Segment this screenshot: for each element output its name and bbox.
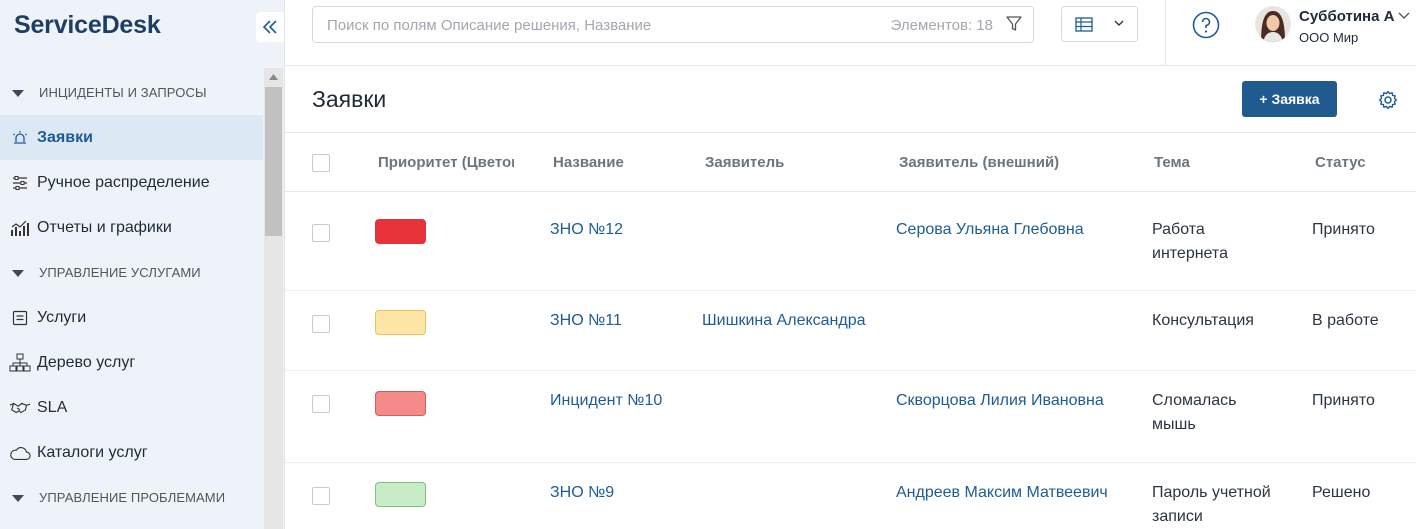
scroll-up-arrow-icon[interactable] — [264, 68, 283, 86]
table-row[interactable]: ЗНО №9 Андреев Максим Матвеевич Пароль у… — [285, 463, 1416, 529]
sidebar-item-catalogs[interactable]: Каталоги услуг — [0, 430, 263, 475]
sidebar-item-manual-distribution[interactable]: Ручное распределение — [0, 160, 263, 205]
sidebar-item-service-tree[interactable]: Дерево услуг — [0, 340, 263, 385]
row-checkbox[interactable] — [312, 487, 330, 505]
status-cell: Принято — [1312, 221, 1375, 238]
handshake-icon — [9, 397, 31, 419]
nav-section-incidents[interactable]: ИНЦИДЕНТЫ И ЗАПРОСЫ — [0, 70, 263, 115]
row-checkbox[interactable] — [312, 224, 330, 242]
topbar: Поиск по полям Описание решения, Названи… — [285, 0, 1416, 66]
external-applicant-link[interactable]: Скворцова Лилия Ивановна — [896, 389, 1104, 413]
sidebar-item-requests[interactable]: Заявки — [0, 115, 263, 160]
search-input[interactable]: Поиск по полям Описание решения, Названи… — [312, 6, 1034, 43]
nav-section-label: ИНЦИДЕНТЫ И ЗАПРОСЫ — [39, 85, 207, 100]
alarm-icon — [9, 127, 31, 149]
table-row[interactable]: ЗНО №11 Шишкина Александра Консультация … — [285, 291, 1416, 371]
status-cell: Принято — [1312, 392, 1375, 409]
gear-icon[interactable] — [1378, 90, 1398, 110]
sidebar-item-services[interactable]: Услуги — [0, 295, 263, 340]
nav-section-label: УПРАВЛЕНИЕ УСЛУГАМИ — [39, 265, 201, 280]
chart-icon — [9, 217, 31, 239]
sidebar-item-label: Заявки — [37, 128, 93, 146]
status-cell: В работе — [1312, 312, 1379, 329]
filter-icon[interactable] — [1005, 15, 1023, 33]
priority-indicator — [375, 482, 426, 507]
column-header-status[interactable]: Статус — [1315, 154, 1366, 171]
external-applicant-link[interactable]: Серова Ульяна Глебовна — [896, 218, 1084, 242]
priority-indicator — [375, 219, 426, 244]
priority-indicator — [375, 310, 426, 335]
service-icon — [9, 307, 31, 329]
external-applicant-link[interactable]: Андреев Максим Матвеевич — [896, 481, 1108, 505]
cloud-icon — [9, 442, 31, 464]
search-placeholder: Поиск по полям Описание решения, Названи… — [327, 17, 652, 34]
sidebar-item-label: Дерево услуг — [37, 353, 136, 371]
sidebar-nav: ИНЦИДЕНТЫ И ЗАПРОСЫ Заявки Ручное распре… — [0, 70, 263, 520]
logo-row: ServiceDesk — [0, 0, 285, 52]
table-row[interactable]: ЗНО №12 Серова Ульяна Глебовна Работа ин… — [285, 200, 1416, 291]
add-request-button[interactable]: + Заявка — [1242, 81, 1337, 117]
sidebar-item-label: Отчеты и графики — [37, 218, 172, 236]
caret-down-icon — [12, 89, 24, 97]
applicant-link[interactable]: Шишкина Александра — [702, 309, 866, 333]
collapse-sidebar-button[interactable] — [256, 12, 284, 42]
topic-cell: Консультация — [1152, 312, 1254, 329]
column-header-topic[interactable]: Тема — [1154, 154, 1190, 171]
help-icon[interactable] — [1192, 11, 1220, 39]
list-settings-icon — [9, 172, 31, 194]
view-mode-button[interactable] — [1061, 6, 1138, 42]
column-header-priority[interactable]: Приоритет (Цветовой) — [378, 154, 514, 171]
sidebar-item-label: Ручное распределение — [37, 173, 210, 191]
user-org: ООО Мир — [1299, 30, 1359, 45]
nav-section-problems[interactable]: УПРАВЛЕНИЕ ПРОБЛЕМАМИ — [0, 475, 263, 520]
table-header: Приоритет (Цветовой) Название Заявитель … — [285, 133, 1416, 192]
column-header-name[interactable]: Название — [553, 154, 624, 171]
nav-section-label: УПРАВЛЕНИЕ ПРОБЛЕМАМИ — [39, 490, 226, 505]
caret-down-icon — [12, 269, 24, 277]
request-name-link[interactable]: ЗНО №11 — [550, 309, 622, 333]
avatar[interactable] — [1255, 6, 1291, 42]
sidebar: ServiceDesk ИНЦИДЕНТЫ И ЗАПРОСЫ Заявки Р… — [0, 0, 285, 529]
table-row[interactable]: Инцидент №10 Скворцова Лилия Ивановна Сл… — [285, 371, 1416, 463]
topic-cell: Сломалась мышь — [1152, 392, 1237, 433]
elements-count: Элементов: 18 — [890, 17, 993, 34]
row-checkbox[interactable] — [312, 315, 330, 333]
select-all-checkbox[interactable] — [312, 154, 330, 172]
topic-cell: Работа интернета — [1152, 221, 1228, 262]
caret-down-icon — [12, 494, 24, 502]
sidebar-item-label: Услуги — [37, 308, 87, 326]
table-view-icon — [1075, 17, 1093, 32]
request-name-link[interactable]: ЗНО №9 — [550, 481, 614, 505]
sidebar-item-sla[interactable]: SLA — [0, 385, 263, 430]
request-name-link[interactable]: ЗНО №12 — [550, 218, 623, 242]
priority-indicator — [375, 391, 426, 416]
column-header-external-applicant[interactable]: Заявитель (внешний) — [899, 154, 1059, 171]
request-name-link[interactable]: Инцидент №10 — [550, 389, 662, 413]
double-chevron-left-icon — [262, 20, 277, 34]
status-cell: Решено — [1312, 484, 1371, 501]
tree-icon — [9, 352, 31, 374]
chevron-down-icon — [1114, 20, 1124, 26]
column-header-applicant[interactable]: Заявитель — [705, 154, 784, 171]
sidebar-scrollbar-thumb[interactable] — [265, 87, 282, 236]
sidebar-item-reports[interactable]: Отчеты и графики — [0, 205, 263, 250]
page-title: Заявки — [312, 86, 387, 112]
sidebar-item-label: Каталоги услуг — [37, 443, 148, 461]
topbar-divider — [1165, 0, 1166, 66]
app-logo: ServiceDesk — [14, 11, 161, 39]
user-name[interactable]: Субботина А — [1299, 8, 1394, 25]
topic-cell: Пароль учетной записи — [1152, 484, 1271, 525]
chevron-down-icon[interactable] — [1398, 12, 1410, 20]
nav-section-services[interactable]: УПРАВЛЕНИЕ УСЛУГАМИ — [0, 250, 263, 295]
sidebar-item-label: SLA — [37, 398, 68, 416]
row-checkbox[interactable] — [312, 395, 330, 413]
